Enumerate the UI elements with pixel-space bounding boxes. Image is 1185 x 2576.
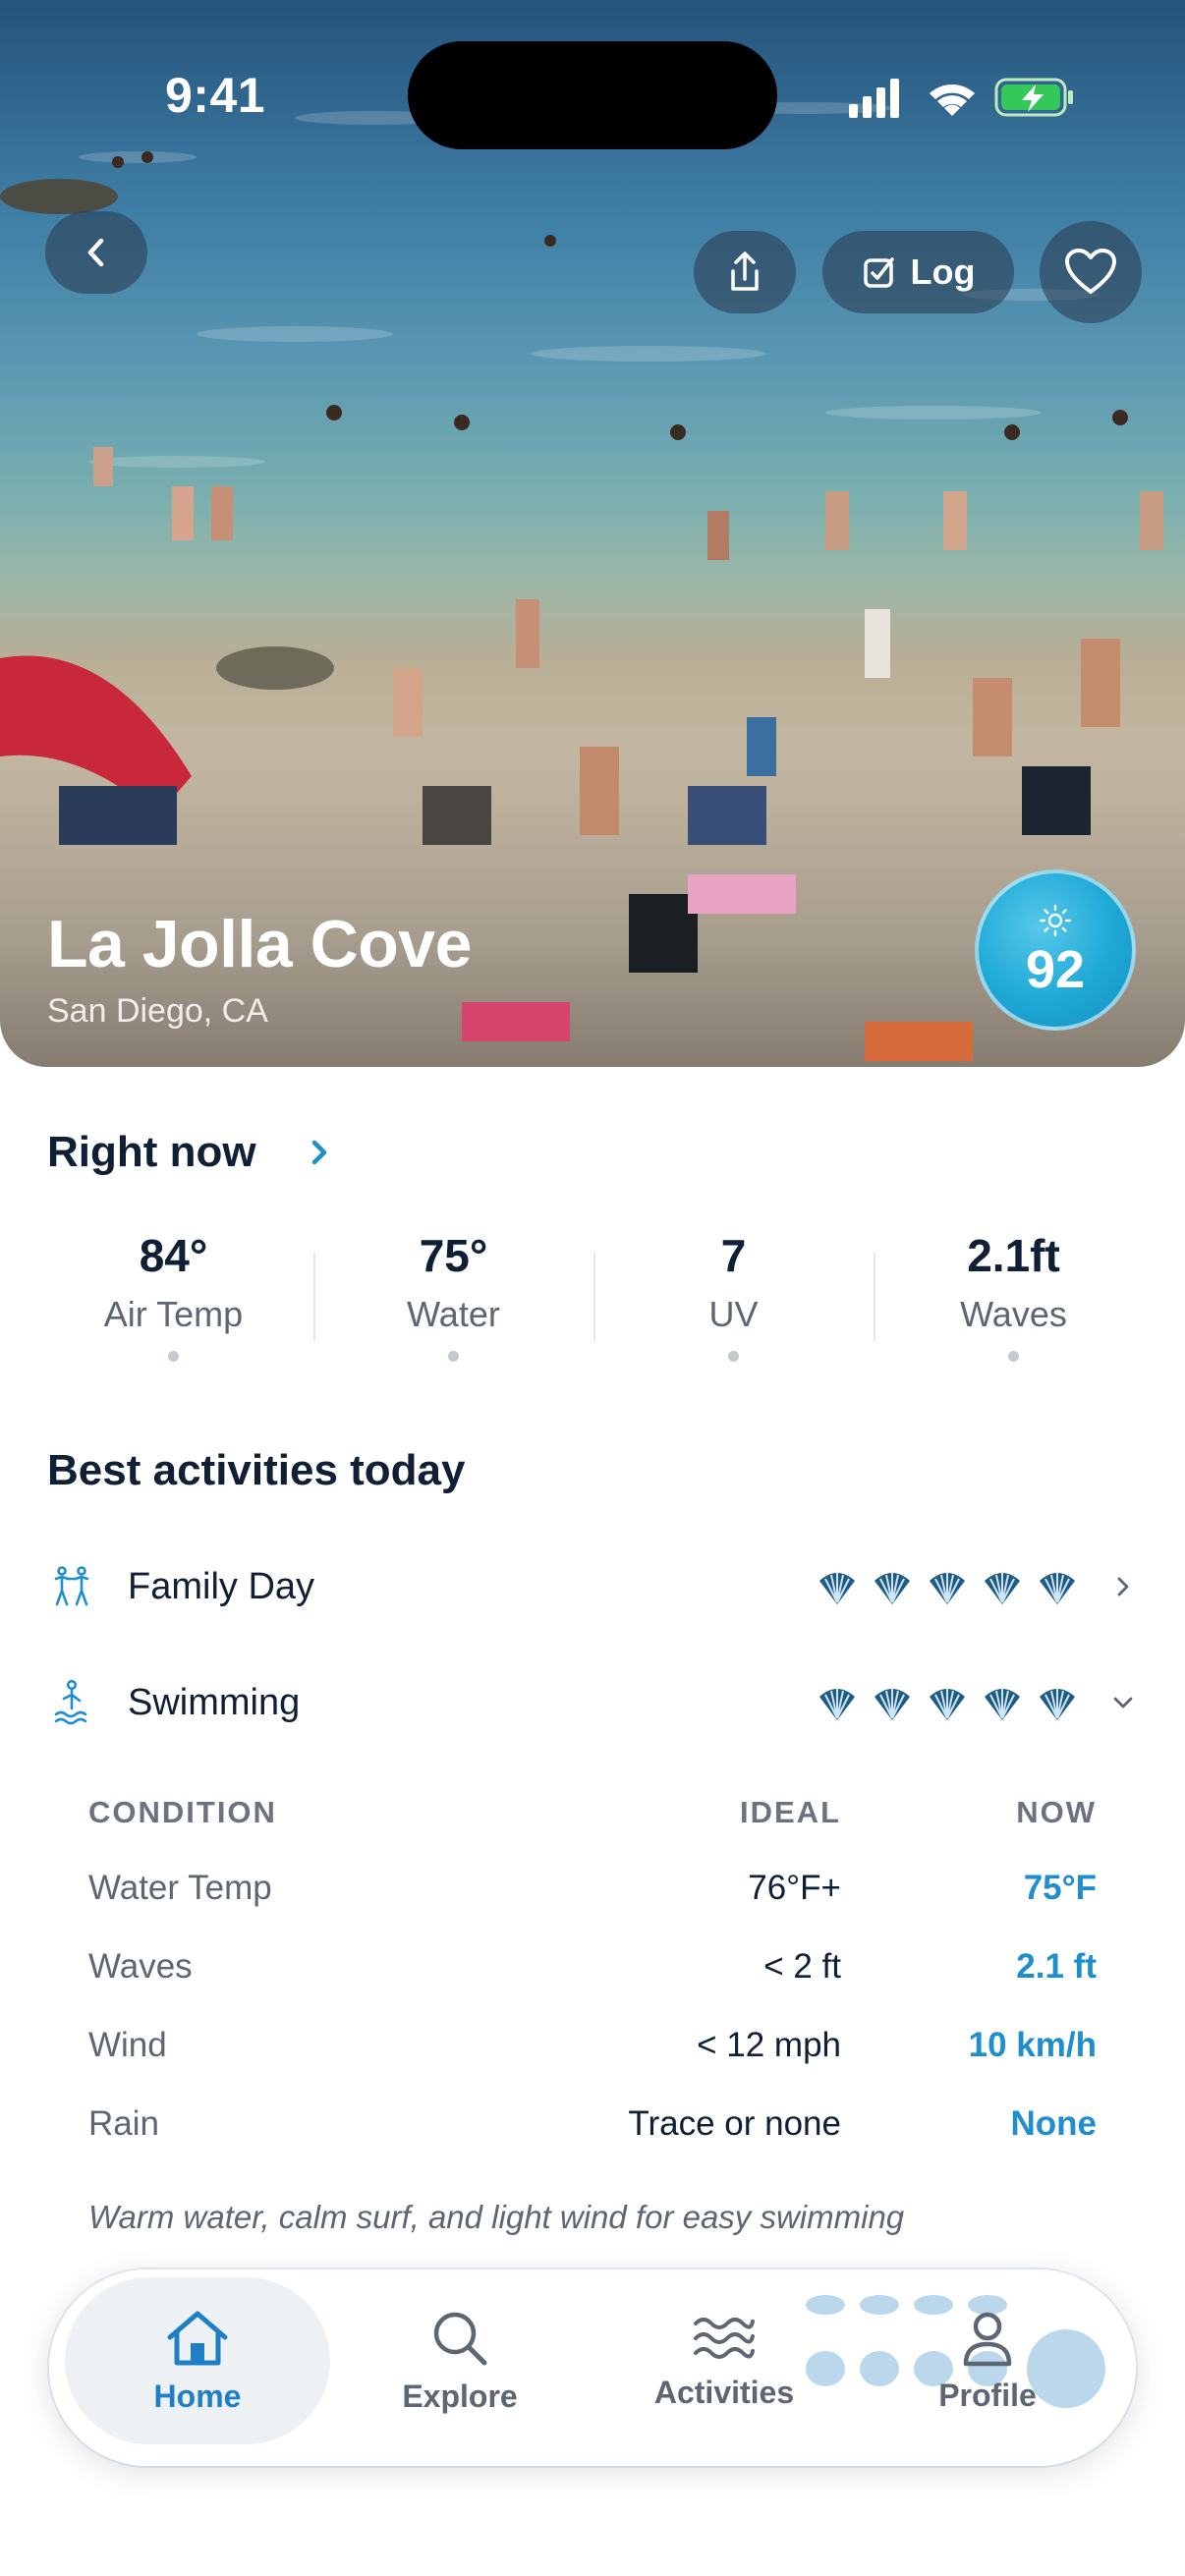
tab-label: Profile [938, 2377, 1037, 2413]
swimming-conditions-table: CONDITION IDEAL NOW Water Temp 76°F+ 75°… [88, 1788, 1097, 2163]
shell-icon [819, 1689, 855, 1720]
stat-uv[interactable]: 7 UV [593, 1223, 874, 1362]
condition-now: 10 km/h [968, 2026, 1097, 2064]
conditions-note: Warm water, calm surf, and light wind fo… [88, 2199, 905, 2235]
stat-waves[interactable]: 2.1ft Waves [874, 1223, 1154, 1362]
stat-value: 75° [419, 1230, 488, 1281]
log-label: Log [910, 252, 976, 292]
right-now-title[interactable]: Right now [47, 1128, 256, 1177]
activity-label: Family Day [128, 1565, 315, 1607]
header-condition: CONDITION [88, 1795, 277, 1829]
shell-icon [875, 1689, 910, 1720]
stat-value: 2.1ft [967, 1230, 1060, 1281]
table-row: Wind < 12 mph 10 km/h [88, 2006, 1097, 2085]
place-location: San Diego, CA [47, 992, 268, 1030]
table-row: Water Temp 76°F+ 75°F [88, 1849, 1097, 1928]
cellular-signal-icon [849, 79, 899, 118]
shell-icon [875, 1573, 910, 1604]
stat-air-temp[interactable]: 84° Air Temp [33, 1223, 313, 1362]
chevron-right-icon [1108, 1574, 1138, 1599]
share-icon [731, 252, 759, 291]
tab-label: Explore [402, 2378, 518, 2414]
family-icon [47, 1562, 96, 1611]
condition-now: 75°F [1023, 1869, 1097, 1907]
activity-family-day[interactable]: Family Day [47, 1542, 1138, 1631]
tab-label: Home [153, 2378, 242, 2414]
table-header: CONDITION IDEAL NOW [88, 1788, 1097, 1837]
condition-ideal: < 12 mph [697, 2026, 841, 2064]
stat-label: Water [407, 1294, 500, 1334]
wifi-icon [930, 84, 975, 116]
condition-name: Rain [88, 2104, 159, 2143]
chevron-left-icon [87, 238, 104, 267]
condition-ideal: 76°F+ [748, 1869, 841, 1907]
shell-icon [985, 1573, 1020, 1604]
condition-name: Waves [88, 1947, 193, 1986]
stat-indicator-dot [1008, 1351, 1019, 1362]
swimming-icon [47, 1678, 96, 1727]
place-name: La Jolla Cove [47, 907, 472, 981]
status-icons [849, 78, 1073, 118]
waves-icon [694, 2317, 755, 2359]
condition-name: Wind [88, 2026, 167, 2064]
shell-icon [819, 1573, 855, 1604]
rating-shells [816, 1567, 1079, 1606]
tab-explore[interactable]: Explore [327, 2277, 592, 2444]
shell-icon [930, 1689, 965, 1720]
stat-label: Waves [960, 1294, 1067, 1334]
activities-title: Best activities today [47, 1446, 466, 1494]
stat-indicator-dot [448, 1351, 459, 1362]
header-ideal: IDEAL [740, 1795, 841, 1829]
table-row: Rain Trace or none None [88, 2085, 1097, 2163]
back-button[interactable] [45, 211, 147, 294]
heart-icon [1065, 249, 1116, 294]
search-icon [433, 2312, 487, 2365]
hero-image: 9:41 Log La Jolla Cove San Diego, CA 92 [0, 0, 1185, 1067]
battery-icon [994, 78, 1073, 117]
condition-now: None [1010, 2104, 1098, 2143]
chevron-right-icon[interactable] [307, 1138, 332, 1167]
person-icon [963, 2312, 1012, 2366]
log-button[interactable]: Log [822, 231, 1014, 313]
share-button[interactable] [694, 231, 796, 313]
beach-score-badge[interactable]: 92 [975, 869, 1136, 1031]
header-now: NOW [1016, 1795, 1097, 1829]
condition-name: Water Temp [88, 1869, 272, 1907]
condition-ideal: Trace or none [628, 2104, 841, 2143]
shell-icon [1040, 1689, 1075, 1720]
dynamic-island [408, 41, 777, 149]
table-row: Waves < 2 ft 2.1 ft [88, 1928, 1097, 2006]
stat-water[interactable]: 75° Water [313, 1223, 593, 1362]
rating-shells [816, 1683, 1079, 1722]
shell-icon [930, 1573, 965, 1604]
tab-label: Activities [653, 2374, 795, 2410]
stat-value: 84° [139, 1230, 208, 1281]
activity-swimming[interactable]: Swimming [47, 1658, 1138, 1747]
home-icon [167, 2311, 228, 2365]
tab-home[interactable]: Home [65, 2277, 330, 2444]
favorite-button[interactable] [1040, 221, 1142, 323]
tab-profile[interactable]: Profile [855, 2277, 1120, 2444]
stat-indicator-dot [168, 1351, 179, 1362]
checkbox-edit-icon [863, 257, 894, 288]
status-time: 9:41 [165, 68, 266, 123]
stat-label: Air Temp [103, 1294, 244, 1334]
score-value: 92 [1025, 940, 1086, 999]
conditions-stats: 84° Air Temp 75° Water 7 UV 2.1ft Waves [33, 1223, 1154, 1362]
shell-icon [1040, 1573, 1075, 1604]
tab-activities[interactable]: Activities [592, 2277, 857, 2444]
stat-value: 7 [720, 1230, 747, 1281]
activity-label: Swimming [128, 1681, 301, 1723]
stat-indicator-dot [728, 1351, 739, 1362]
shell-icon [985, 1689, 1020, 1720]
condition-ideal: < 2 ft [763, 1947, 841, 1986]
sun-icon [1039, 904, 1072, 937]
condition-now: 2.1 ft [1016, 1947, 1097, 1986]
chevron-down-icon [1108, 1693, 1138, 1712]
stat-label: UV [708, 1294, 759, 1334]
